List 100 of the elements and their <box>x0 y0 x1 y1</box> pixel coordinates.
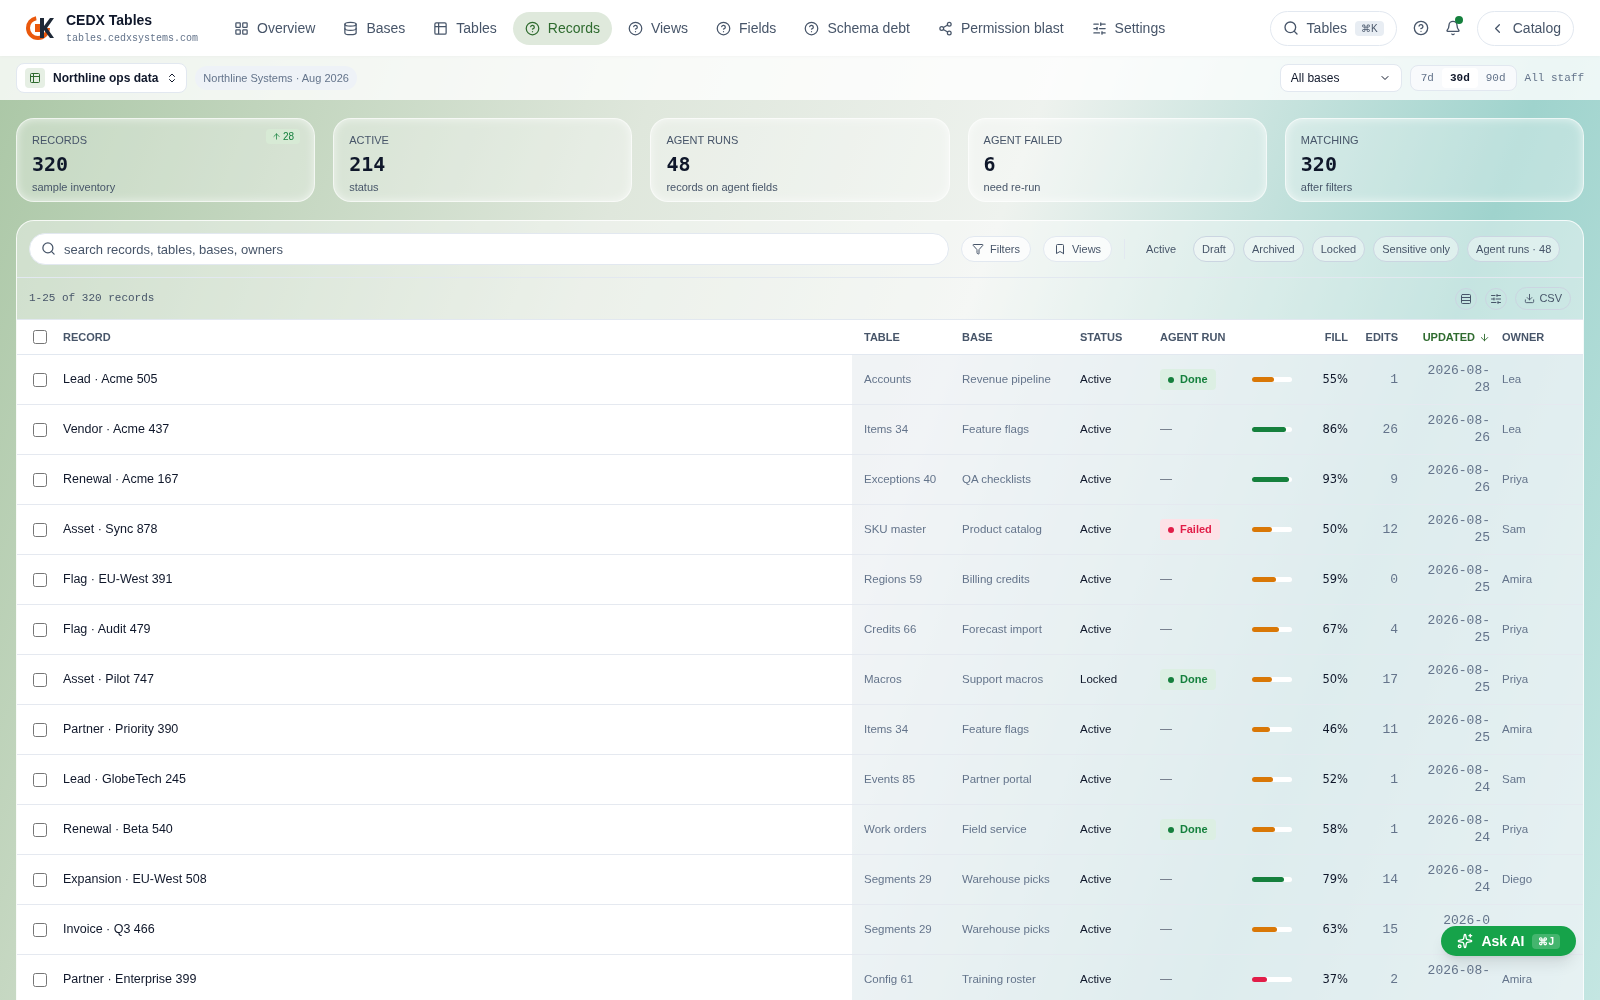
table-cell-text: 2026-08-26 <box>1426 462 1490 496</box>
table-cell-text: Forecast import <box>962 621 1043 637</box>
shortcut-hint: ⌘K <box>1355 20 1384 36</box>
table-cell-text: 1 <box>1389 770 1398 789</box>
table-cell-text: 63% <box>1321 920 1348 938</box>
table-cell-text: Priya <box>1502 821 1529 837</box>
range-option[interactable]: 90d <box>1477 67 1514 89</box>
table-cell-text: Active <box>1080 821 1113 837</box>
table-cell-text: 26 <box>1381 420 1398 439</box>
status-badge: Done <box>1160 819 1216 840</box>
filter-chip[interactable]: Sensitive only <box>1373 235 1460 263</box>
stat-value: 320 <box>32 150 70 178</box>
table-cell-text: 2 <box>1389 970 1398 989</box>
help-icon <box>524 20 540 36</box>
range-option[interactable]: 7d <box>1412 67 1442 89</box>
filter-chip[interactable]: Agent runs · 48 <box>1467 235 1561 263</box>
table-cell-text: 0 <box>1389 570 1398 589</box>
stat-note: need re-run <box>983 179 1042 195</box>
column-header[interactable]: FILL <box>1292 328 1348 346</box>
filter-icon <box>972 243 984 255</box>
nav-tab[interactable]: Bases <box>331 11 418 45</box>
nav-tab[interactable]: Records <box>512 11 612 45</box>
row-checkbox[interactable] <box>33 822 47 837</box>
select-all-checkbox[interactable] <box>33 330 47 344</box>
table-cell-text: Renewal · Acme 167 <box>63 471 179 489</box>
table-cell-text: Active <box>1080 921 1113 937</box>
table-cell-text: Active <box>1080 871 1113 887</box>
toolbar-button[interactable]: Filters <box>961 235 1031 263</box>
row-checkbox[interactable] <box>33 472 47 487</box>
table-cell-text: 2026-08-25 <box>1426 512 1490 546</box>
table-cell-text: 67% <box>1321 620 1348 638</box>
help-icon <box>716 20 731 36</box>
logo-icon <box>26 14 54 42</box>
row-checkbox[interactable] <box>33 872 47 887</box>
table-cell-text: Sam <box>1502 771 1526 787</box>
table-cell-text: Credits 66 <box>863 621 918 637</box>
status-badge: Failed <box>1160 519 1220 540</box>
row-checkbox[interactable] <box>33 572 47 587</box>
table-cell-text: Product catalog <box>962 521 1043 537</box>
nav-tab[interactable]: Permission blast <box>925 11 1076 45</box>
table-cell-text: 79% <box>1321 870 1348 888</box>
table-cell-text: Warehouse picks <box>962 871 1051 887</box>
table-cell-text: Accounts <box>863 371 913 387</box>
toolbar-button[interactable]: Views <box>1042 235 1113 263</box>
search-icon <box>1282 20 1299 36</box>
stat-note: status <box>349 179 380 195</box>
table-cell: — <box>1160 622 1172 637</box>
table-cell-text: Exceptions 40 <box>863 471 938 487</box>
filter-chip[interactable]: Archived <box>1242 235 1304 263</box>
nav-tab[interactable]: Schema debt <box>792 11 922 45</box>
table-cell-text: 2026-08-25 <box>1426 662 1490 696</box>
table-cell-text: Priya <box>1502 621 1529 637</box>
status-badge: Done <box>1160 369 1216 390</box>
grid-icon <box>234 20 250 36</box>
row-checkbox[interactable] <box>33 372 47 387</box>
column-header[interactable]: UPDATED <box>1418 328 1490 346</box>
filter-chip[interactable]: Locked <box>1311 235 1366 263</box>
table-cell-text: Active <box>1080 771 1113 787</box>
nav-tab[interactable]: Views <box>615 11 700 45</box>
range-option[interactable]: 30d <box>1441 67 1478 89</box>
bell-icon <box>1444 20 1461 36</box>
stat-note: sample inventory <box>32 179 117 195</box>
table-cell-text: Diego <box>1502 871 1533 887</box>
row-checkbox[interactable] <box>33 522 47 537</box>
help-icon[interactable] <box>1412 20 1429 36</box>
base-select[interactable]: All bases <box>1279 64 1402 92</box>
table-cell-text: 2026-08- <box>1426 962 1490 979</box>
nav-tab[interactable]: Fields <box>704 11 789 45</box>
row-checkbox[interactable] <box>33 772 47 787</box>
stat-label: ACTIVE <box>349 133 389 148</box>
row-checkbox[interactable] <box>33 672 47 687</box>
search-field[interactable]: search records, tables, bases, owners <box>29 233 949 265</box>
table-cell-text: Lead · GlobeTech 245 <box>63 771 186 789</box>
column-header[interactable]: AGENT RUN <box>1160 328 1292 346</box>
filter-chip[interactable]: Active <box>1137 235 1186 263</box>
row-checkbox[interactable] <box>33 722 47 737</box>
row-checkbox[interactable] <box>33 422 47 437</box>
table-cell-text: Regions 59 <box>863 571 924 587</box>
filter-chip[interactable]: Draft <box>1193 235 1235 263</box>
row-checkbox[interactable] <box>33 922 47 937</box>
table-cell-text: Active <box>1080 371 1113 387</box>
column-header[interactable]: RECORD <box>63 328 852 346</box>
column-header[interactable]: TABLE <box>852 328 962 346</box>
nav-tab[interactable]: Settings <box>1079 11 1178 45</box>
nav-tab[interactable]: Tables <box>421 11 509 45</box>
column-header[interactable]: BASE <box>962 328 1080 346</box>
column-header[interactable]: STATUS <box>1080 328 1160 346</box>
row-checkbox[interactable] <box>33 622 47 637</box>
stat-label: AGENT RUNS <box>666 133 739 148</box>
column-header[interactable]: OWNER <box>1502 328 1545 346</box>
column-header[interactable]: EDITS <box>1348 328 1398 346</box>
table-cell-text: 2026-08-24 <box>1426 862 1490 896</box>
workspace-select[interactable]: Northline ops data <box>16 63 188 93</box>
table-cell-text: 58% <box>1321 820 1348 838</box>
table-cell-text: Lea <box>1502 421 1522 437</box>
table-cell: — <box>1160 772 1172 787</box>
table-cell-text: Amira <box>1502 721 1533 737</box>
row-checkbox[interactable] <box>33 972 47 987</box>
table-cell: — <box>1160 572 1172 587</box>
nav-tab[interactable]: Overview <box>222 11 328 45</box>
